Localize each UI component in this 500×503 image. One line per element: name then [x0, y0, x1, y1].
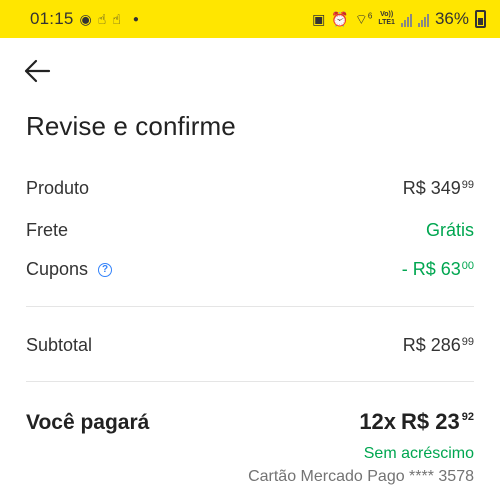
more-notifications-dot-icon: ● — [132, 13, 139, 25]
back-button[interactable] — [18, 55, 56, 87]
notification-icon: ☝ — [97, 11, 107, 27]
battery-icon — [475, 10, 486, 28]
summary-row-produto: Produto R$ 349 99 — [26, 178, 474, 199]
total-label: Você pagará — [26, 411, 150, 434]
produto-price-cents: 99 — [461, 179, 474, 191]
produto-price-integer: R$ 349 — [402, 178, 461, 198]
battery-saver-icon: ▣ — [312, 11, 326, 27]
alarm-icon: ⏰ — [331, 11, 349, 27]
cupons-label-group: Cupons ? — [26, 259, 113, 280]
frete-label: Frete — [26, 220, 69, 240]
wifi-badge: 6 — [367, 11, 373, 21]
total-price-cents: 92 — [461, 411, 474, 423]
cupons-discount-integer: - R$ 63 — [401, 259, 461, 279]
summary-row-cupons: Cupons ? - R$ 63 00 — [26, 259, 474, 280]
subtotal-price-cents: 99 — [461, 336, 474, 348]
status-time: 01:15 — [30, 9, 74, 28]
question-circle-icon[interactable]: ? — [98, 262, 113, 277]
divider — [26, 381, 474, 382]
status-right: ▣ ⏰ ⌔6 Vo)) LTE1 36% — [312, 9, 486, 29]
divider — [26, 306, 474, 307]
network-type: LTE1 — [378, 19, 395, 26]
page-title: Revise e confirme — [26, 111, 236, 141]
subtotal-price-integer: R$ 286 — [402, 335, 461, 355]
total-installments: 12x — [359, 409, 397, 434]
cupons-label: Cupons — [26, 259, 89, 279]
cupons-discount-cents: 00 — [461, 260, 474, 272]
cupons-discount: - R$ 63 00 — [402, 259, 474, 280]
arrow-left-icon — [24, 59, 51, 83]
total-price: 12x R$ 23 92 — [359, 409, 474, 435]
notification-icon: ◉ — [79, 11, 92, 27]
no-interest-label: Sem acréscimo — [363, 445, 474, 462]
battery-percent: 36% — [434, 9, 469, 28]
signal-icon — [400, 11, 412, 27]
produto-label: Produto — [26, 178, 90, 198]
total-price-integer: R$ 23 — [401, 409, 460, 434]
status-left: 01:15 ◉ ☝ ☝ ● — [30, 9, 139, 29]
wifi-icon: ⌔6 — [354, 11, 373, 27]
payment-method-label: Cartão Mercado Pago **** 3578 — [248, 468, 474, 485]
subtotal-price: R$ 286 99 — [403, 335, 474, 356]
signal-icon — [417, 11, 429, 27]
status-bar: 01:15 ◉ ☝ ☝ ● ▣ ⏰ ⌔6 Vo)) LTE1 36% — [0, 0, 500, 38]
subtotal-label: Subtotal — [26, 335, 93, 355]
frete-value: Grátis — [425, 220, 474, 240]
volte-text: Vo)) — [380, 11, 394, 18]
produto-price: R$ 349 99 — [403, 178, 474, 199]
notification-icon: ☝ — [112, 11, 121, 27]
summary-row-subtotal: Subtotal R$ 286 99 — [26, 335, 474, 356]
volte-label: Vo)) LTE1 — [378, 11, 395, 27]
summary-row-frete: Frete Grátis — [26, 220, 474, 241]
